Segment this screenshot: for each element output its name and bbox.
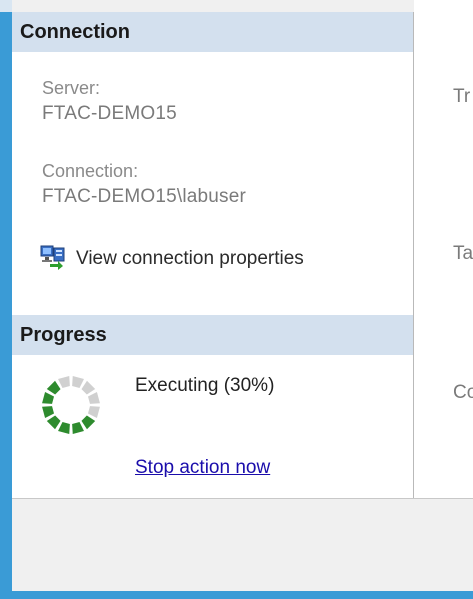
connection-section-header: Connection [12,12,413,52]
dialog-window: Connection Server: FTAC-DEMO15 Connectio… [12,0,473,591]
connection-value: FTAC-DEMO15\labuser [42,186,247,207]
spinner-segment [72,421,84,434]
connection-properties-icon [40,244,66,275]
spinner-segment [87,392,100,404]
right-label-2: Ta [453,243,473,264]
view-connection-properties-label: View connection properties [76,248,304,269]
spinner-segment [81,415,96,430]
spinner-segment [87,406,100,418]
spinner-segment [46,415,61,430]
right-label-1: Tr [453,86,471,107]
server-value: FTAC-DEMO15 [42,103,177,124]
progress-status-text: Executing (30%) [135,375,275,396]
server-label: Server: [42,78,101,98]
spinner-segment [81,380,96,395]
spinner-segment [42,406,55,418]
right-label-3: Co [453,382,473,403]
spinner-segment [58,376,70,389]
stop-action-link[interactable]: Stop action now [135,457,270,479]
progress-section-header: Progress [12,315,413,355]
progress-spinner-icon [42,376,100,434]
spinner-segment [42,392,55,404]
view-connection-properties-link[interactable]: View connection properties [40,242,304,276]
connection-label: Connection: [42,161,139,181]
spinner-segment [58,421,70,434]
spinner-segment [72,376,84,389]
spinner-segment [46,380,61,395]
bottom-button-bar [12,498,473,591]
